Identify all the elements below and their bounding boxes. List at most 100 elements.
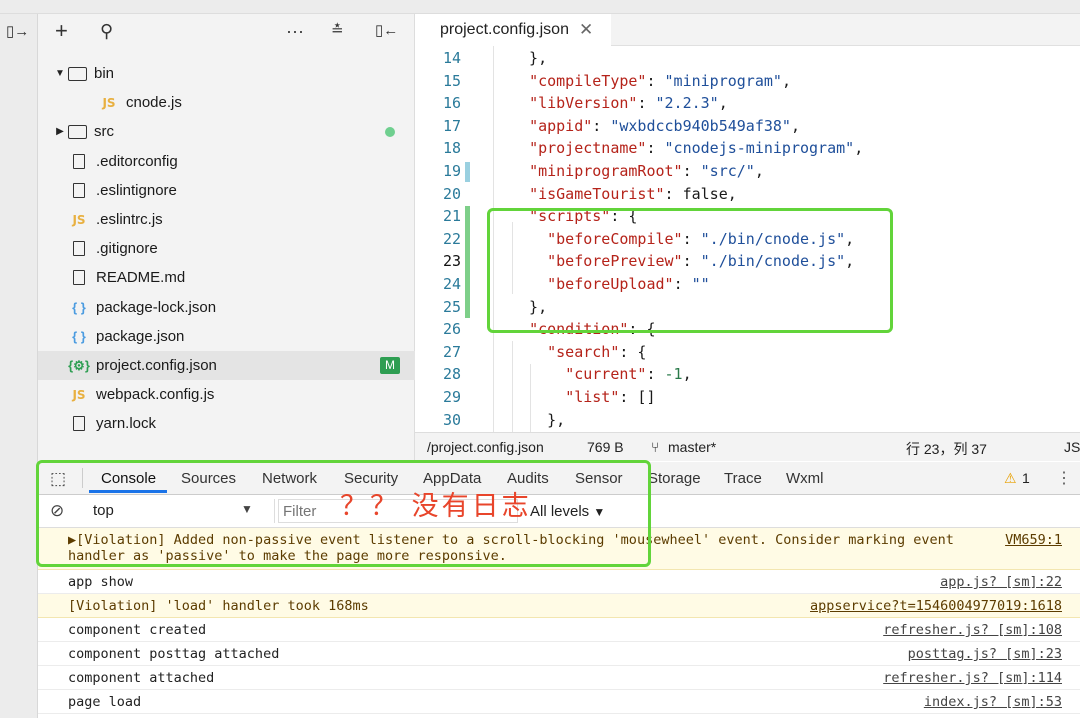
tree-item[interactable]: ▼ bin bbox=[38, 59, 415, 88]
status-language[interactable]: JS bbox=[1064, 439, 1080, 455]
log-source-link[interactable]: refresher.js? [sm]:114 bbox=[883, 670, 1062, 686]
indent-guide bbox=[512, 341, 513, 432]
code-line: "appid": "wxbdccb940b549af38", bbox=[529, 116, 800, 135]
top-strip bbox=[0, 0, 1080, 14]
split-panel-icon[interactable]: ▯← bbox=[375, 22, 398, 40]
annotation-text: ？？ 没有日志 bbox=[340, 491, 532, 522]
warning-count[interactable]: 1 bbox=[1022, 470, 1030, 486]
modified-badge: M bbox=[380, 357, 400, 374]
folder-icon bbox=[68, 124, 87, 139]
tree-item-label: package-lock.json bbox=[96, 298, 217, 316]
line-number: 30 bbox=[442, 410, 461, 429]
line-number: 15 bbox=[442, 71, 461, 90]
inspect-icon[interactable]: ⬚ bbox=[50, 469, 66, 489]
indent-guide bbox=[493, 46, 494, 432]
file-icon bbox=[73, 270, 85, 286]
search-icon[interactable]: ⚲ bbox=[100, 22, 113, 40]
status-position[interactable]: 行 23，列 37 bbox=[906, 439, 987, 459]
js-file-icon: JS bbox=[72, 212, 86, 227]
devtools-tab-console[interactable]: Console bbox=[101, 470, 156, 487]
tree-item[interactable]: JS cnode.js bbox=[38, 88, 415, 117]
branch-icon: ⑂ bbox=[651, 439, 660, 455]
console-warning-row: ▶[Violation] Added non-passive event lis… bbox=[38, 528, 1080, 570]
code-line: "search": { bbox=[547, 342, 647, 361]
code-line: "isGameTourist": false, bbox=[529, 184, 737, 203]
devtools-tab-trace[interactable]: Trace bbox=[724, 470, 762, 487]
divider bbox=[274, 499, 275, 523]
panel-toggle-icon[interactable]: ▯→ bbox=[6, 22, 29, 40]
log-levels-select[interactable]: All levels ▼ bbox=[530, 503, 605, 520]
context-value: top bbox=[93, 502, 114, 519]
context-select[interactable]: top ▼ bbox=[88, 499, 264, 523]
tree-item[interactable]: {⚙} project.config.json M bbox=[38, 351, 415, 380]
tree-item[interactable]: .gitignore bbox=[38, 234, 415, 263]
line-number: 27 bbox=[442, 342, 461, 361]
caret-down-icon[interactable]: ▼ bbox=[52, 68, 68, 79]
add-icon[interactable]: + bbox=[55, 20, 68, 42]
log-source-link[interactable]: index.js? [sm]:53 bbox=[924, 694, 1062, 710]
file-icon bbox=[73, 153, 85, 169]
tree-item-label: yarn.lock bbox=[96, 415, 157, 433]
devtools-tab-wxml[interactable]: Wxml bbox=[786, 470, 824, 487]
devtools-tab-sources[interactable]: Sources bbox=[181, 470, 236, 487]
json-file-icon: { } bbox=[72, 299, 86, 315]
caret-right-icon[interactable]: ▶ bbox=[52, 126, 68, 137]
divider bbox=[82, 468, 83, 488]
tree-item-label: README.md bbox=[96, 269, 186, 287]
log-source-link[interactable]: app.js? [sm]:22 bbox=[940, 574, 1062, 590]
tree-item-label: .eslintrc.js bbox=[96, 211, 163, 228]
close-icon[interactable]: ✕ bbox=[579, 20, 593, 40]
console-log-list: ▶[Violation] Added non-passive event lis… bbox=[38, 528, 1080, 718]
log-source-link[interactable]: appservice?t=1546004977019:1618 bbox=[810, 598, 1062, 614]
log-source-link[interactable]: refresher.js? [sm]:108 bbox=[883, 622, 1062, 638]
console-filter-bar: ⊘ top ▼ All levels ▼ bbox=[38, 495, 1080, 528]
editor-tab-bar: project.config.json ✕ bbox=[415, 14, 1080, 46]
devtools-tab-bar: ⬚ Console Sources Network Security AppData Au… bbox=[38, 462, 1080, 495]
code-line: }, bbox=[511, 297, 548, 316]
config-file-icon: {⚙} bbox=[68, 357, 90, 373]
tree-item[interactable]: .editorconfig bbox=[38, 147, 415, 176]
tree-item[interactable]: JS webpack.config.js bbox=[38, 380, 415, 409]
console-log-row: component attached refresher.js? [sm]:114 bbox=[38, 666, 1080, 690]
console-log-row: component created refresher.js? [sm]:108 bbox=[38, 618, 1080, 642]
json-file-icon: { } bbox=[72, 328, 86, 344]
devtools-tab-sensor[interactable]: Sensor bbox=[575, 470, 623, 487]
collapse-icon[interactable]: ≛ bbox=[331, 22, 344, 40]
change-dot-icon bbox=[385, 126, 395, 137]
tab-project-config[interactable]: project.config.json ✕ bbox=[415, 14, 611, 46]
tree-item-label: project.config.json bbox=[96, 357, 217, 374]
log-message: app show bbox=[68, 574, 134, 590]
devtools-tab-network[interactable]: Network bbox=[262, 470, 317, 487]
tree-item[interactable]: .eslintignore bbox=[38, 176, 415, 205]
log-source-link[interactable]: VM659:1 bbox=[1005, 532, 1062, 548]
log-message: page load bbox=[68, 694, 142, 710]
console-log-row: app show app.js? [sm]:22 bbox=[38, 570, 1080, 594]
more-icon[interactable]: ··· bbox=[286, 22, 304, 40]
status-bar: /project.config.json 769 B ⑂ master* 行 2… bbox=[415, 432, 1080, 461]
console-log-row: page load index.js? [sm]:53 bbox=[38, 690, 1080, 714]
log-source-link[interactable]: posttag.js? [sm]:23 bbox=[908, 646, 1062, 662]
tree-item[interactable]: yarn.lock bbox=[38, 409, 415, 438]
tree-item-label: webpack.config.js bbox=[96, 386, 215, 404]
line-number: 20 bbox=[442, 184, 461, 203]
code-line: "condition": { bbox=[529, 320, 656, 339]
log-message: component attached bbox=[68, 670, 215, 686]
tree-item-label: src bbox=[94, 123, 114, 141]
status-size: 769 B bbox=[587, 439, 624, 455]
tree-item[interactable]: README.md bbox=[38, 263, 415, 292]
tree-item-label: cnode.js bbox=[126, 94, 182, 112]
tree-item[interactable]: JS .eslintrc.js bbox=[38, 205, 415, 234]
line-number: 14 bbox=[442, 49, 461, 67]
devtools-tab-storage[interactable]: Storage bbox=[648, 470, 701, 487]
code-editor[interactable]: 14 }, 15 "compileType": "miniprogram", 16 … bbox=[415, 46, 1080, 432]
clear-console-icon[interactable]: ⊘ bbox=[50, 501, 64, 521]
warning-icon[interactable]: ⚠ bbox=[1004, 470, 1017, 487]
tree-item[interactable]: ▶ src bbox=[38, 117, 415, 146]
code-line: "miniprogramRoot": "src/", bbox=[529, 162, 764, 180]
status-branch[interactable]: master* bbox=[668, 439, 716, 455]
tree-item-label: .eslintignore bbox=[96, 181, 177, 199]
tree-item-label: .gitignore bbox=[96, 240, 158, 258]
tree-item[interactable]: { } package.json bbox=[38, 322, 415, 351]
devtools-menu-icon[interactable]: ⋮ bbox=[1056, 468, 1072, 488]
tree-item[interactable]: { } package-lock.json bbox=[38, 293, 415, 322]
